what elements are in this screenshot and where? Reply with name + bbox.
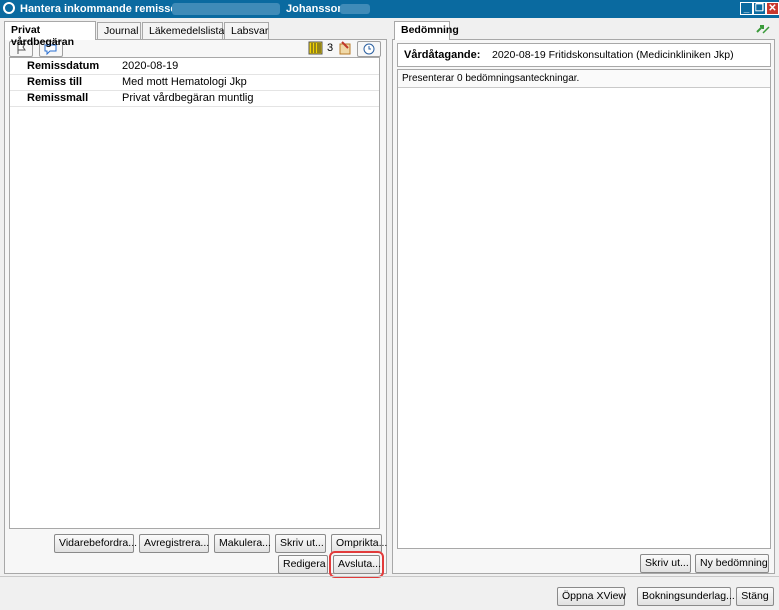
window-title: Hantera inkommande remisser [20, 3, 181, 15]
field-value: Med mott Hematologi Jkp [122, 76, 247, 88]
unregister-button[interactable]: Avregistrera... [139, 534, 209, 553]
field-label: Remissdatum [27, 60, 100, 72]
tab-labsvar[interactable]: Labsvar [224, 22, 269, 39]
care-commitment-value: 2020-08-19 Fritidskonsultation (Medicink… [492, 49, 734, 61]
close-button[interactable]: Stäng [736, 587, 774, 606]
title-bar: Hantera inkommande remisser Johansson _ … [0, 0, 779, 18]
redacted-patient-id [340, 4, 370, 14]
referral-details: Remissdatum 2020-08-19 Remiss till Med m… [9, 57, 380, 529]
restore-button[interactable]: ❐ [753, 2, 766, 15]
care-commitment-box: Vårdåtagande: 2020-08-19 Fritidskonsulta… [397, 43, 771, 67]
forward-button[interactable]: Vidarebefordra... [54, 534, 137, 553]
redirect-button[interactable]: Omprikta... [331, 534, 387, 553]
expand-icon[interactable] [753, 22, 773, 37]
close-window-button[interactable]: ✕ [766, 2, 779, 15]
barcode-icon [308, 41, 324, 55]
redacted-patient-name [172, 3, 280, 15]
care-commitment-label: Vårdåtagande: [404, 49, 481, 61]
field-value: Privat vårdbegäran muntlig [122, 92, 254, 104]
cancel-referral-button[interactable]: Makulera... [214, 534, 271, 553]
tab-bedomning[interactable]: Bedömning [394, 21, 459, 40]
tab-privat-vardbegaran[interactable]: Privat vårdbegäran [4, 21, 96, 48]
tab-journal[interactable]: Journal [97, 22, 141, 39]
print-assessment-button[interactable]: Skriv ut... [640, 554, 691, 573]
close-referral-button[interactable]: Avsluta... [329, 551, 384, 578]
field-value: 2020-08-19 [122, 60, 179, 72]
field-label: Remissmall [27, 92, 89, 104]
assessment-count-text: Presenterar 0 bedömningsanteckningar. [402, 73, 580, 84]
edit-button[interactable]: Redigera [278, 555, 328, 574]
field-row-remissdatum: Remissdatum 2020-08-19 [10, 58, 379, 75]
assessment-list-header: Presenterar 0 bedömningsanteckningar. [398, 70, 770, 88]
clock-icon [363, 43, 375, 55]
app-icon [3, 2, 15, 14]
attachment-count: 3 [327, 42, 334, 54]
field-row-remissmall: Remissmall Privat vårdbegäran muntlig [10, 90, 379, 107]
attachment-icon[interactable] [337, 40, 353, 56]
field-label: Remiss till [27, 76, 83, 88]
footer-divider [0, 576, 779, 577]
field-row-remiss-till: Remiss till Med mott Hematologi Jkp [10, 74, 379, 91]
minimize-button[interactable]: _ [740, 2, 753, 15]
booking-basis-button[interactable]: Bokningsunderlag... [637, 587, 735, 606]
tab-lakemedelslista[interactable]: Läkemedelslista [142, 22, 224, 39]
new-assessment-button[interactable]: Ny bedömning [695, 554, 769, 573]
history-button[interactable] [357, 41, 381, 57]
print-button[interactable]: Skriv ut... [275, 534, 326, 553]
patient-surname: Johansson [286, 3, 345, 15]
assessment-list: Presenterar 0 bedömningsanteckningar. [397, 69, 771, 549]
open-xview-button[interactable]: Öppna XView [557, 587, 626, 606]
